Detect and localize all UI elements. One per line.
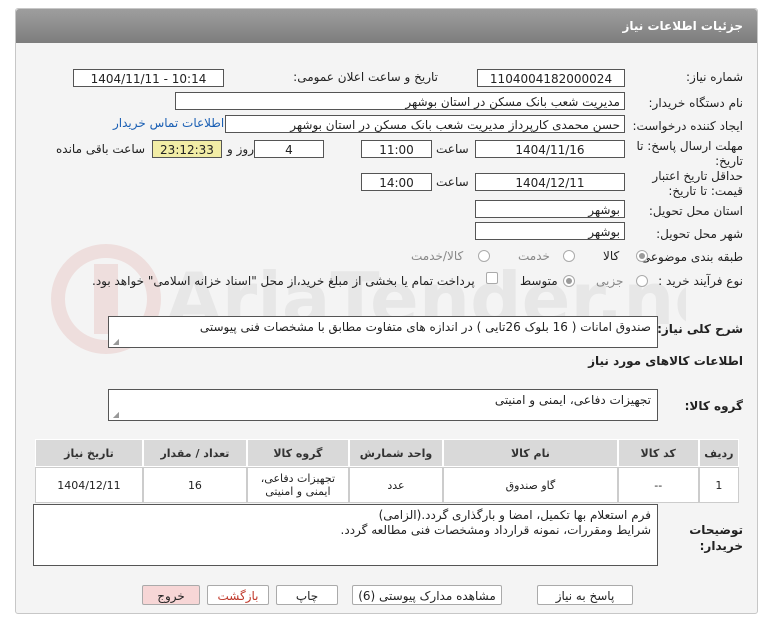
buyer-org-label: نام دستگاه خریدار: xyxy=(648,96,744,110)
delivery-province-label: استان محل تحویل: xyxy=(648,204,743,218)
radio-service-label: خدمت xyxy=(518,249,550,263)
validity-time-field[interactable]: 14:00 xyxy=(361,173,432,191)
city-field[interactable]: بوشهر xyxy=(475,222,625,240)
process-type-label: نوع فرآیند خرید : xyxy=(658,274,743,288)
radio-goods[interactable] xyxy=(636,250,648,262)
treasury-note: پرداخت تمام یا بخشی از مبلغ خرید،از محل … xyxy=(92,274,475,288)
buyer-notes-line-1: فرم استعلام بها تکمیل، امضا و بارگذاری گ… xyxy=(378,508,651,522)
need-details-panel: جزئیات اطلاعات نیاز AriaTender.neT شماره… xyxy=(15,8,758,614)
reply-date-field[interactable]: 1404/11/16 xyxy=(475,140,625,158)
announce-datetime-label: تاریخ و ساعت اعلان عمومی: xyxy=(293,70,438,84)
days-field[interactable]: 4 xyxy=(254,140,324,158)
announce-datetime-field[interactable]: 1404/11/11 - 10:14 xyxy=(73,69,224,87)
cell-row-number: 1 xyxy=(698,467,739,503)
panel-header: جزئیات اطلاعات نیاز xyxy=(16,9,757,43)
radio-goods-service-label: کالا/خدمت xyxy=(411,249,464,263)
general-desc-text: صندوق امانات ( 16 بلوک 26تایی ) در انداز… xyxy=(199,320,651,334)
col-unit: واحد شمارش xyxy=(348,439,444,467)
days-and-label: روز و xyxy=(227,142,254,156)
cell-goods-group: تجهیزات دفاعی، ایمنی و امنیتی xyxy=(247,467,349,503)
watermark-logo: AriaTender.neT xyxy=(51,244,686,354)
delivery-city-label: شهر محل تحویل: xyxy=(656,227,743,241)
general-desc-label: شرح کلی نیاز: xyxy=(657,322,743,336)
reply-time-word: ساعت xyxy=(436,142,469,156)
back-button[interactable]: بازگشت xyxy=(207,585,269,605)
col-goods-code: کد کالا xyxy=(617,439,699,467)
validity-time-word: ساعت xyxy=(436,175,469,189)
buyer-notes-textarea[interactable]: فرم استعلام بها تکمیل، امضا و بارگذاری گ… xyxy=(33,504,658,566)
reply-time-field[interactable]: 11:00 xyxy=(361,140,432,158)
buyer-contact-link[interactable]: اطلاعات تماس خریدار xyxy=(113,116,224,130)
view-attachments-button[interactable]: مشاهده مدارک پیوستی (6) xyxy=(352,585,502,605)
radio-service[interactable] xyxy=(563,250,575,262)
cell-quantity: 16 xyxy=(142,467,248,503)
goods-group-textarea[interactable]: تجهیزات دفاعی، ایمنی و امنیتی ◢ xyxy=(108,389,658,421)
buyer-notes-line-2: شرایط ومقررات، نمونه قرارداد ومشخصات فنی… xyxy=(340,523,651,537)
buyer-org-field[interactable]: مدیریت شعب بانک مسکن در استان بوشهر xyxy=(175,92,625,110)
col-need-date: تاریخ نیاز xyxy=(35,439,143,467)
cell-goods-name: گاو صندوق xyxy=(443,467,618,503)
radio-goods-label: کالا xyxy=(603,249,620,263)
col-goods-name: نام کالا xyxy=(443,439,618,467)
province-field[interactable]: بوشهر xyxy=(475,200,625,218)
remaining-label: ساعت باقی مانده xyxy=(56,142,146,156)
radio-medium-label: متوسط xyxy=(520,274,558,288)
subject-class-label: طبقه بندی موضوعی: xyxy=(636,250,743,264)
reply-button[interactable]: پاسخ به نیاز xyxy=(537,585,633,605)
radio-goods-service[interactable] xyxy=(478,250,490,262)
treasury-checkbox[interactable] xyxy=(486,272,498,284)
table-header-row: ردیف کد کالا نام کالا واحد شمارش گروه کا… xyxy=(35,439,739,467)
radio-partial-label: جزیی xyxy=(596,274,624,288)
price-validity-label: حداقل تاریخ اعتبار قیمت: تا تاریخ: xyxy=(652,169,743,198)
reply-deadline-label: مهلت ارسال پاسخ: تا تاریخ: xyxy=(636,139,743,168)
validity-date-field[interactable]: 1404/12/11 xyxy=(475,173,625,191)
exit-button[interactable]: خروج xyxy=(142,585,200,605)
goods-info-title: اطلاعات کالاهای مورد نیاز xyxy=(588,354,743,368)
resize-grip-icon[interactable]: ◢ xyxy=(111,411,119,419)
col-quantity: تعداد / مقدار xyxy=(142,439,248,467)
radio-partial[interactable] xyxy=(636,275,648,287)
general-desc-textarea[interactable]: صندوق امانات ( 16 بلوک 26تایی ) در انداز… xyxy=(108,316,658,348)
requester-field[interactable]: حسن محمدی کارپرداز مدیریت شعب بانک مسکن … xyxy=(225,115,625,133)
cell-unit: عدد xyxy=(348,467,444,503)
need-number-field[interactable]: 1104004182000024 xyxy=(477,69,625,87)
need-number-label: شماره نیاز: xyxy=(686,70,743,84)
countdown-field: 23:12:33 xyxy=(152,140,222,158)
goods-group-text: تجهیزات دفاعی، ایمنی و امنیتی xyxy=(494,393,651,407)
goods-group-label: گروه کالا: xyxy=(684,399,743,413)
cell-goods-code: -- xyxy=(617,467,699,503)
print-button[interactable]: چاپ xyxy=(276,585,338,605)
radio-medium[interactable] xyxy=(563,275,575,287)
table-row[interactable]: 1 -- گاو صندوق عدد تجهیزات دفاعی، ایمنی … xyxy=(35,467,739,503)
goods-table: ردیف کد کالا نام کالا واحد شمارش گروه کا… xyxy=(35,439,739,503)
resize-grip-icon[interactable]: ◢ xyxy=(111,338,119,346)
requester-label: ایجاد کننده درخواست: xyxy=(632,119,743,133)
col-goods-group: گروه کالا xyxy=(247,439,349,467)
buyer-notes-label: توضیحات خریدار: xyxy=(689,523,743,553)
cell-need-date: 1404/12/11 xyxy=(35,467,143,503)
col-row-number: ردیف xyxy=(698,439,739,467)
panel-title: جزئیات اطلاعات نیاز xyxy=(622,19,743,33)
